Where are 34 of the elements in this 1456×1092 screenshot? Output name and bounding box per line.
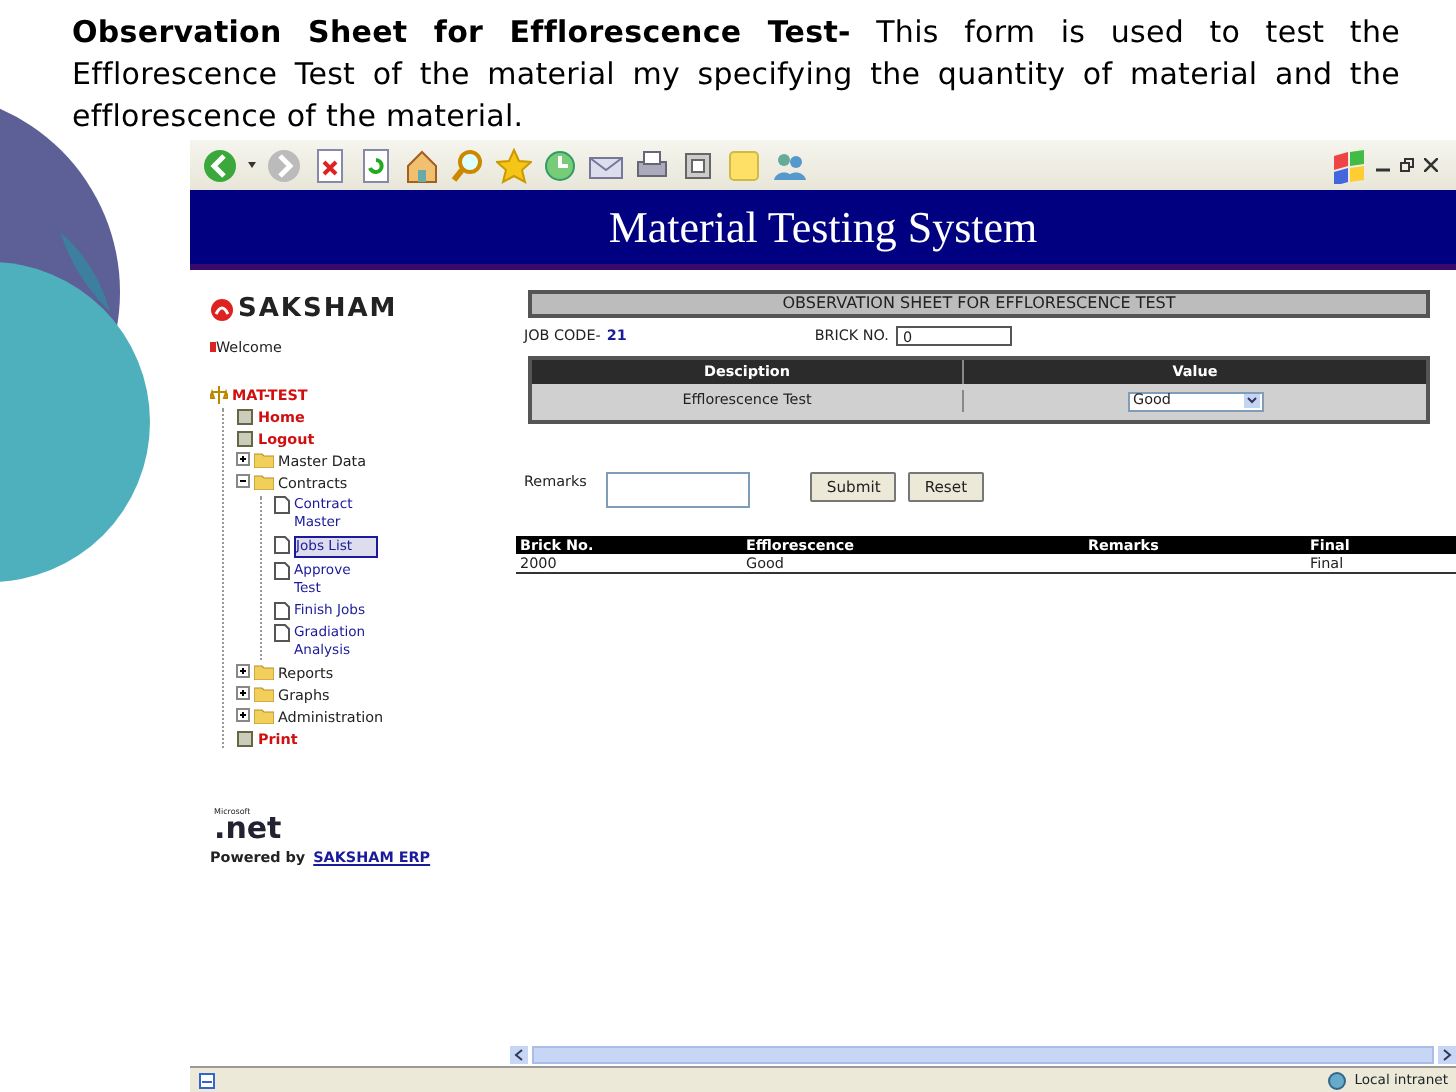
window-icon[interactable] [680, 147, 716, 183]
banner-title: Material Testing System [608, 200, 1038, 256]
flag-icon [1330, 147, 1366, 183]
expand-icon[interactable] [236, 664, 250, 679]
expand-icon[interactable] [236, 708, 250, 723]
collapse-icon[interactable] [236, 474, 250, 489]
home-icon[interactable] [404, 147, 440, 183]
expand-icon[interactable] [236, 686, 250, 701]
scrollbar-thumb[interactable] [532, 1045, 1434, 1063]
description-paragraph: Observation Sheet for Efflorescence Test- This form is used to test the Efflorescence Test of the material my specifying the quantity of material and the efflorescence of the material. [72, 12, 1400, 138]
bullet-icon [210, 342, 216, 353]
close-icon[interactable] [1424, 158, 1438, 172]
print-icon[interactable] [634, 147, 670, 183]
expand-icon[interactable] [236, 452, 250, 467]
scales-icon [210, 386, 228, 405]
stop-icon[interactable] [312, 147, 348, 183]
globe-icon [1328, 1071, 1347, 1089]
page-icon [236, 730, 254, 749]
refresh-icon[interactable] [358, 147, 394, 183]
document-icon [274, 496, 290, 515]
page-icon [198, 1071, 216, 1089]
star-icon[interactable] [496, 147, 532, 183]
scroll-right-icon[interactable] [1438, 1045, 1456, 1063]
logo-icon [210, 297, 234, 322]
search-icon[interactable] [450, 147, 486, 183]
restore-icon[interactable] [1400, 158, 1414, 172]
dropdown-arrow-icon [1243, 394, 1259, 409]
dropdown-caret-icon[interactable] [248, 162, 256, 168]
form-title: OBSERVATION SHEET FOR EFFLORESCENCE TEST [528, 290, 1430, 318]
scroll-left-icon[interactable] [510, 1045, 528, 1063]
net-logo: .net [214, 816, 284, 843]
logo-text: SAKSHAM [238, 292, 398, 328]
remarks-field[interactable] [606, 471, 751, 508]
history-icon[interactable] [542, 147, 578, 183]
